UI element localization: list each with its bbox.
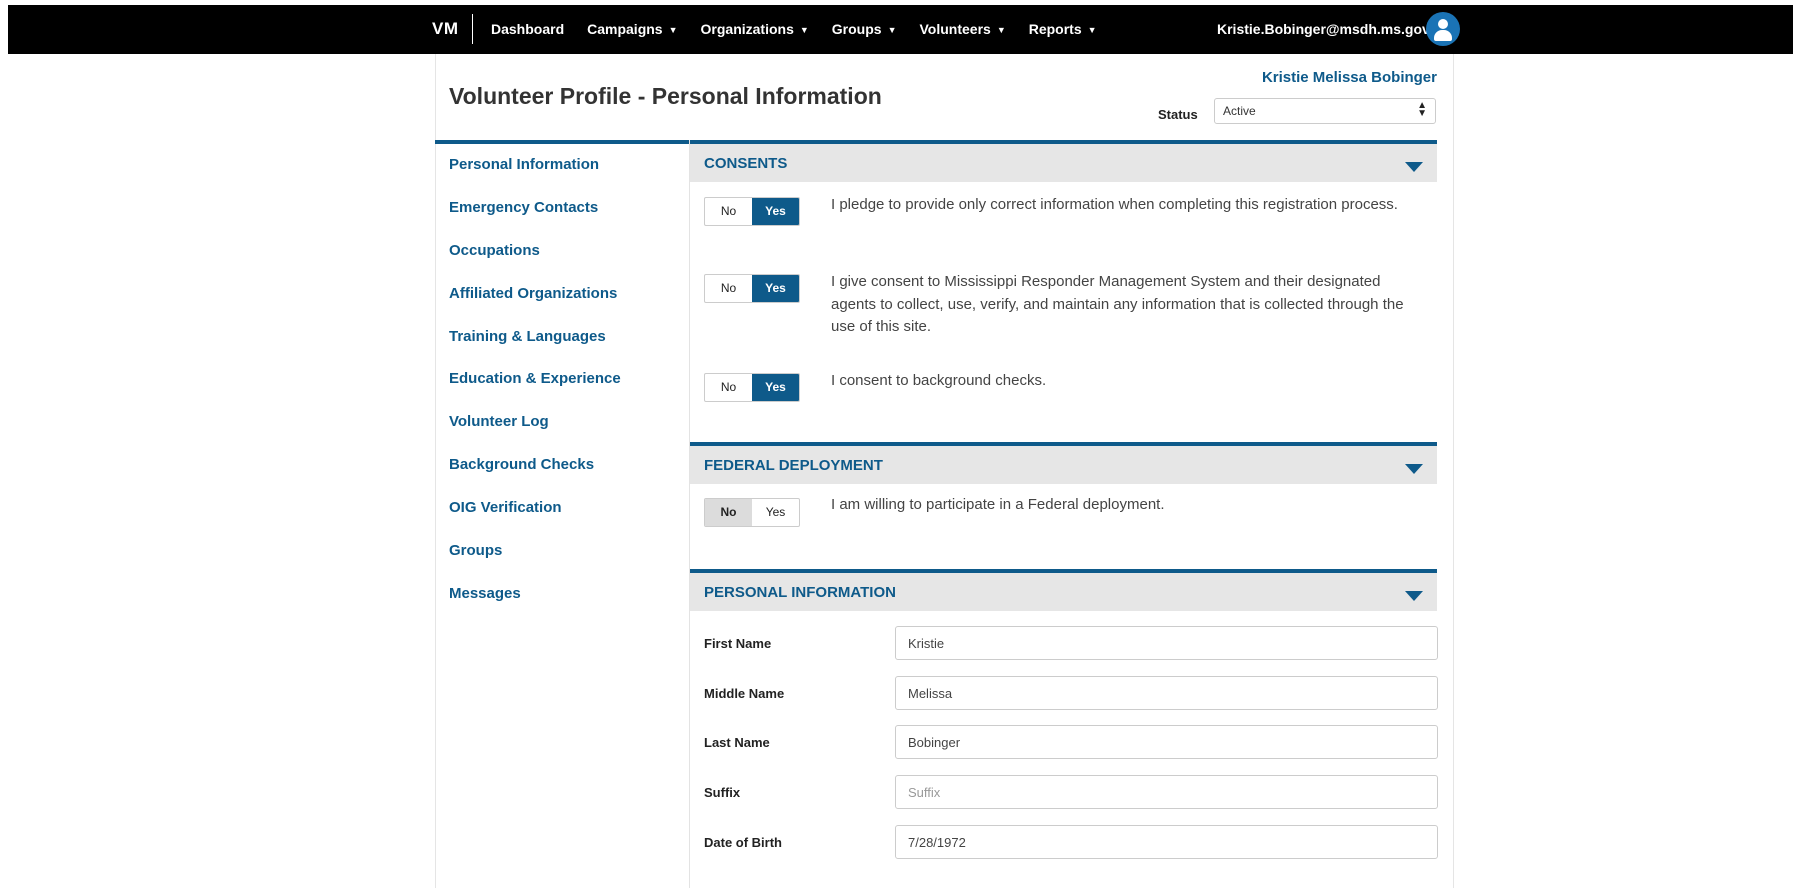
section-title: CONSENTS: [704, 155, 788, 172]
toggle-no[interactable]: No: [705, 499, 752, 526]
caret-down-icon: ▼: [668, 25, 678, 35]
status-select[interactable]: Active ▲ ▼: [1214, 98, 1436, 124]
consent-text: I pledge to provide only correct informa…: [831, 196, 1398, 213]
page-title: Volunteer Profile - Personal Information: [449, 83, 882, 109]
status-label: Status: [1158, 107, 1198, 122]
personal-information-header[interactable]: PERSONAL INFORMATION: [690, 569, 1437, 611]
toggle-no[interactable]: No: [705, 275, 752, 302]
first-name-input[interactable]: [895, 626, 1438, 660]
federal-deployment-header[interactable]: FEDERAL DEPLOYMENT: [690, 442, 1437, 484]
personal-information-section: PERSONAL INFORMATION First Name Middle N…: [690, 569, 1438, 888]
federal-toggle: No Yes: [704, 498, 800, 527]
toggle-yes[interactable]: Yes: [752, 499, 799, 526]
consents-header[interactable]: CONSENTS: [690, 140, 1437, 182]
toggle-no[interactable]: No: [705, 198, 752, 225]
caret-down-icon: ▼: [887, 25, 897, 35]
nav-dashboard[interactable]: Dashboard: [491, 21, 564, 37]
consent-text: I consent to background checks.: [831, 372, 1047, 389]
date-of-birth-label: Date of Birth: [704, 835, 782, 850]
suffix-label: Suffix: [704, 785, 741, 800]
profile-name: Kristie Melissa Bobinger: [1261, 69, 1437, 86]
federal-deployment-section: FEDERAL DEPLOYMENT No Yes I am willing t…: [690, 442, 1437, 567]
caret-down-icon: ▼: [996, 25, 1006, 35]
toggle-yes[interactable]: Yes: [752, 275, 799, 302]
caret-down-icon[interactable]: [1405, 464, 1423, 474]
sidebar-item-occupations[interactable]: Occupations: [449, 242, 621, 285]
nav-groups[interactable]: Groups ▼: [832, 21, 897, 37]
consent-text: I give consent to Mississippi Responder …: [831, 273, 1404, 335]
section-title: FEDERAL DEPLOYMENT: [704, 457, 883, 474]
first-name-label: First Name: [704, 636, 772, 651]
caret-down-icon: ▼: [799, 25, 809, 35]
user-icon[interactable]: [1426, 12, 1460, 46]
caret-down-icon[interactable]: [1405, 591, 1423, 601]
section-title: PERSONAL INFORMATION: [704, 584, 896, 601]
status-value: Active: [1223, 104, 1256, 118]
nav-reports[interactable]: Reports ▼: [1029, 21, 1097, 37]
nav-volunteers[interactable]: Volunteers ▼: [920, 21, 1006, 37]
user-email[interactable]: Kristie.Bobinger@msdh.ms.gov: [1217, 21, 1430, 37]
last-name-input[interactable]: [895, 725, 1438, 759]
caret-down-icon[interactable]: [1405, 162, 1423, 172]
sidebar-item-messages[interactable]: Messages: [449, 585, 621, 628]
sidebar-item-affiliated-organizations[interactable]: Affiliated Organizations: [449, 285, 621, 328]
consent-toggle: No Yes: [704, 373, 800, 402]
caret-down-icon: ▼: [1087, 25, 1097, 35]
sort-arrows-icon: ▲ ▼: [1417, 100, 1427, 119]
main-nav: Dashboard Campaigns ▼ Organizations ▼ Grou…: [491, 21, 1120, 37]
last-name-label: Last Name: [704, 735, 770, 750]
consent-toggle: No Yes: [704, 197, 800, 226]
sidebar-item-personal-information[interactable]: Personal Information: [449, 156, 621, 199]
sidebar-item-education-experience[interactable]: Education & Experience: [449, 370, 621, 413]
sidebar-item-background-checks[interactable]: Background Checks: [449, 456, 621, 499]
date-of-birth-input[interactable]: [895, 825, 1438, 859]
sidebar-item-emergency-contacts[interactable]: Emergency Contacts: [449, 199, 621, 242]
sidebar: Personal Information Emergency Contacts …: [449, 156, 621, 628]
toggle-yes[interactable]: Yes: [752, 198, 799, 225]
nav-campaigns[interactable]: Campaigns ▼: [587, 21, 677, 37]
nav-organizations[interactable]: Organizations ▼: [701, 21, 809, 37]
toggle-no[interactable]: No: [705, 374, 752, 401]
middle-name-label: Middle Name: [704, 686, 785, 701]
toggle-yes[interactable]: Yes: [752, 374, 799, 401]
sidebar-item-training-languages[interactable]: Training & Languages: [449, 328, 621, 371]
middle-name-input[interactable]: [895, 676, 1438, 710]
sidebar-item-oig-verification[interactable]: OIG Verification: [449, 499, 621, 542]
consent-toggle: No Yes: [704, 274, 800, 303]
sidebar-rule: [435, 140, 689, 144]
federal-text: I am willing to participate in a Federal…: [831, 496, 1165, 513]
brand-logo[interactable]: VM: [432, 19, 459, 39]
brand-divider: [472, 14, 473, 44]
top-navbar: VM Dashboard Campaigns ▼ Organizations ▼ G…: [8, 5, 1793, 54]
sidebar-item-volunteer-log[interactable]: Volunteer Log: [449, 413, 621, 456]
sidebar-item-groups[interactable]: Groups: [449, 542, 621, 585]
consents-section: CONSENTS No Yes I pledge to provide only…: [690, 140, 1437, 440]
suffix-input[interactable]: [895, 775, 1438, 809]
